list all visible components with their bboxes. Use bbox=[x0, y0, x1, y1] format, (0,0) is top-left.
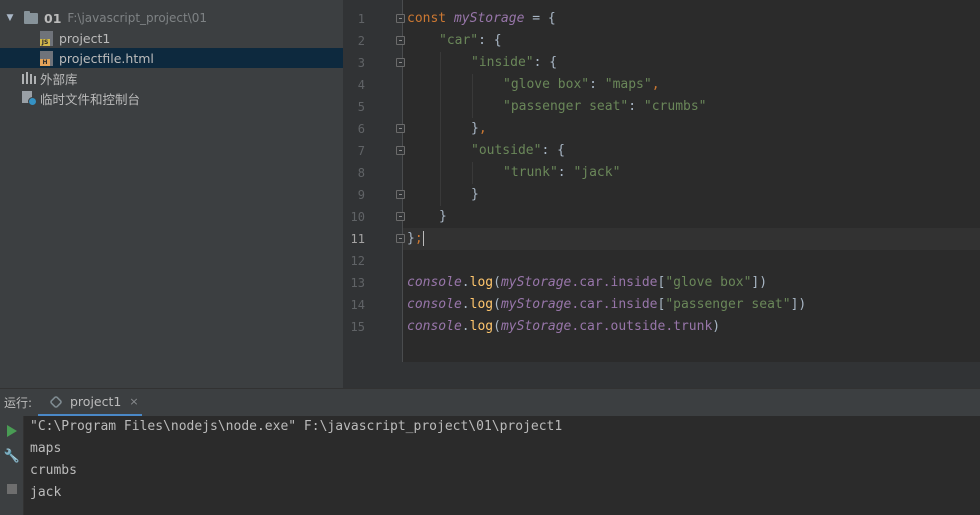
indent-guide bbox=[472, 74, 473, 118]
line-number: 15 bbox=[350, 320, 365, 334]
run-label: 运行: bbox=[4, 396, 33, 410]
code-line-8: "trunk": "jack" bbox=[503, 165, 621, 180]
code-line-4: "glove box": "maps", bbox=[503, 77, 660, 92]
current-line-highlight bbox=[403, 228, 980, 250]
tree-item-root-folder[interactable]: ▼ 01 F:\javascript_project\01 bbox=[0, 8, 343, 28]
line-number: 6 bbox=[357, 122, 365, 136]
line-number: 10 bbox=[350, 210, 365, 224]
code-line-13: console.log(myStorage.car.inside["glove … bbox=[407, 275, 768, 290]
tree-label: 临时文件和控制台 bbox=[40, 91, 141, 107]
code-line-1: const myStorage = { bbox=[407, 11, 556, 26]
html-file-icon: H bbox=[40, 50, 53, 66]
file-name: project1 bbox=[59, 30, 111, 46]
tree-label: 外部库 bbox=[40, 71, 78, 87]
code-line-3: "inside": { bbox=[471, 55, 558, 70]
editor-bottom-strip bbox=[343, 362, 980, 388]
rerun-button[interactable] bbox=[0, 420, 24, 442]
stop-button[interactable] bbox=[0, 478, 24, 500]
line-number: 7 bbox=[357, 144, 365, 158]
fold-marker-icon[interactable] bbox=[396, 190, 405, 199]
code-line-10: } bbox=[439, 209, 447, 224]
tree-item-scratches[interactable]: 临时文件和控制台 bbox=[0, 88, 343, 108]
settings-button[interactable]: 🔧 bbox=[0, 445, 24, 467]
line-number: 14 bbox=[350, 298, 365, 312]
js-file-icon: JS bbox=[40, 30, 53, 46]
code-line-14: console.log(myStorage.car.inside["passen… bbox=[407, 297, 807, 312]
fold-marker-icon[interactable] bbox=[396, 58, 405, 67]
folder-icon bbox=[24, 10, 38, 24]
run-console-output[interactable]: "C:\Program Files\nodejs\node.exe" F:\ja… bbox=[24, 416, 980, 515]
code-line-7: "outside": { bbox=[471, 143, 565, 158]
code-line-2: "car": { bbox=[439, 33, 502, 48]
gutter-separator bbox=[402, 0, 403, 362]
console-line: "C:\Program Files\nodejs\node.exe" F:\ja… bbox=[30, 419, 563, 434]
line-number: 3 bbox=[357, 56, 365, 70]
indent-guide bbox=[440, 52, 441, 206]
line-number: 8 bbox=[357, 166, 365, 180]
fold-marker-icon[interactable] bbox=[396, 234, 405, 243]
line-number-current: 11 bbox=[350, 232, 365, 246]
code-editor[interactable]: 1 2 3 4 5 6 7 8 9 10 11 12 13 14 15 cons… bbox=[343, 0, 980, 388]
code-line-11: }; bbox=[407, 231, 424, 246]
file-name: projectfile.html bbox=[59, 50, 154, 66]
console-line: maps bbox=[30, 441, 62, 456]
play-icon bbox=[7, 425, 17, 437]
text-caret bbox=[422, 231, 424, 246]
console-line: crumbs bbox=[30, 463, 77, 478]
tree-item-external-libraries[interactable]: 外部库 bbox=[0, 68, 343, 88]
console-line: jack bbox=[30, 485, 62, 500]
nodejs-icon bbox=[49, 394, 63, 409]
line-number: 1 bbox=[357, 12, 365, 26]
code-line-15: console.log(myStorage.car.outside.trunk) bbox=[407, 319, 721, 334]
tree-item-projectfile-html[interactable]: H projectfile.html bbox=[0, 48, 343, 68]
run-tab-project1[interactable]: project1 × bbox=[38, 389, 142, 417]
library-icon bbox=[22, 72, 36, 84]
code-line-9: } bbox=[471, 187, 479, 202]
tree-item-project1[interactable]: JS project1 bbox=[0, 28, 343, 48]
scratch-console-icon bbox=[22, 91, 37, 106]
line-number: 12 bbox=[350, 254, 365, 268]
folder-name: 01 bbox=[44, 10, 62, 26]
run-tab-bar: 运行: project1 × bbox=[0, 388, 980, 417]
run-toolbar: 🔧 bbox=[0, 416, 24, 515]
wrench-icon: 🔧 bbox=[3, 448, 21, 464]
fold-marker-icon[interactable] bbox=[396, 14, 405, 23]
run-tab-label: project1 bbox=[70, 394, 122, 409]
fold-marker-icon[interactable] bbox=[396, 36, 405, 45]
fold-marker-icon[interactable] bbox=[396, 212, 405, 221]
folder-path: F:\javascript_project\01 bbox=[67, 11, 208, 25]
line-number: 13 bbox=[350, 276, 365, 290]
code-line-6: }, bbox=[471, 121, 487, 136]
code-line-5: "passenger seat": "crumbs" bbox=[503, 99, 707, 114]
line-number: 5 bbox=[357, 100, 365, 114]
fold-marker-icon[interactable] bbox=[396, 146, 405, 155]
stop-icon bbox=[7, 484, 17, 494]
close-icon[interactable]: × bbox=[129, 395, 138, 408]
chevron-down-icon[interactable]: ▼ bbox=[4, 13, 16, 23]
line-number: 4 bbox=[357, 78, 365, 92]
line-number: 9 bbox=[357, 188, 365, 202]
indent-guide bbox=[472, 162, 473, 184]
fold-marker-icon[interactable] bbox=[396, 124, 405, 133]
project-panel: ▼ 01 F:\javascript_project\01 JS project… bbox=[0, 0, 343, 388]
line-number: 2 bbox=[357, 34, 365, 48]
